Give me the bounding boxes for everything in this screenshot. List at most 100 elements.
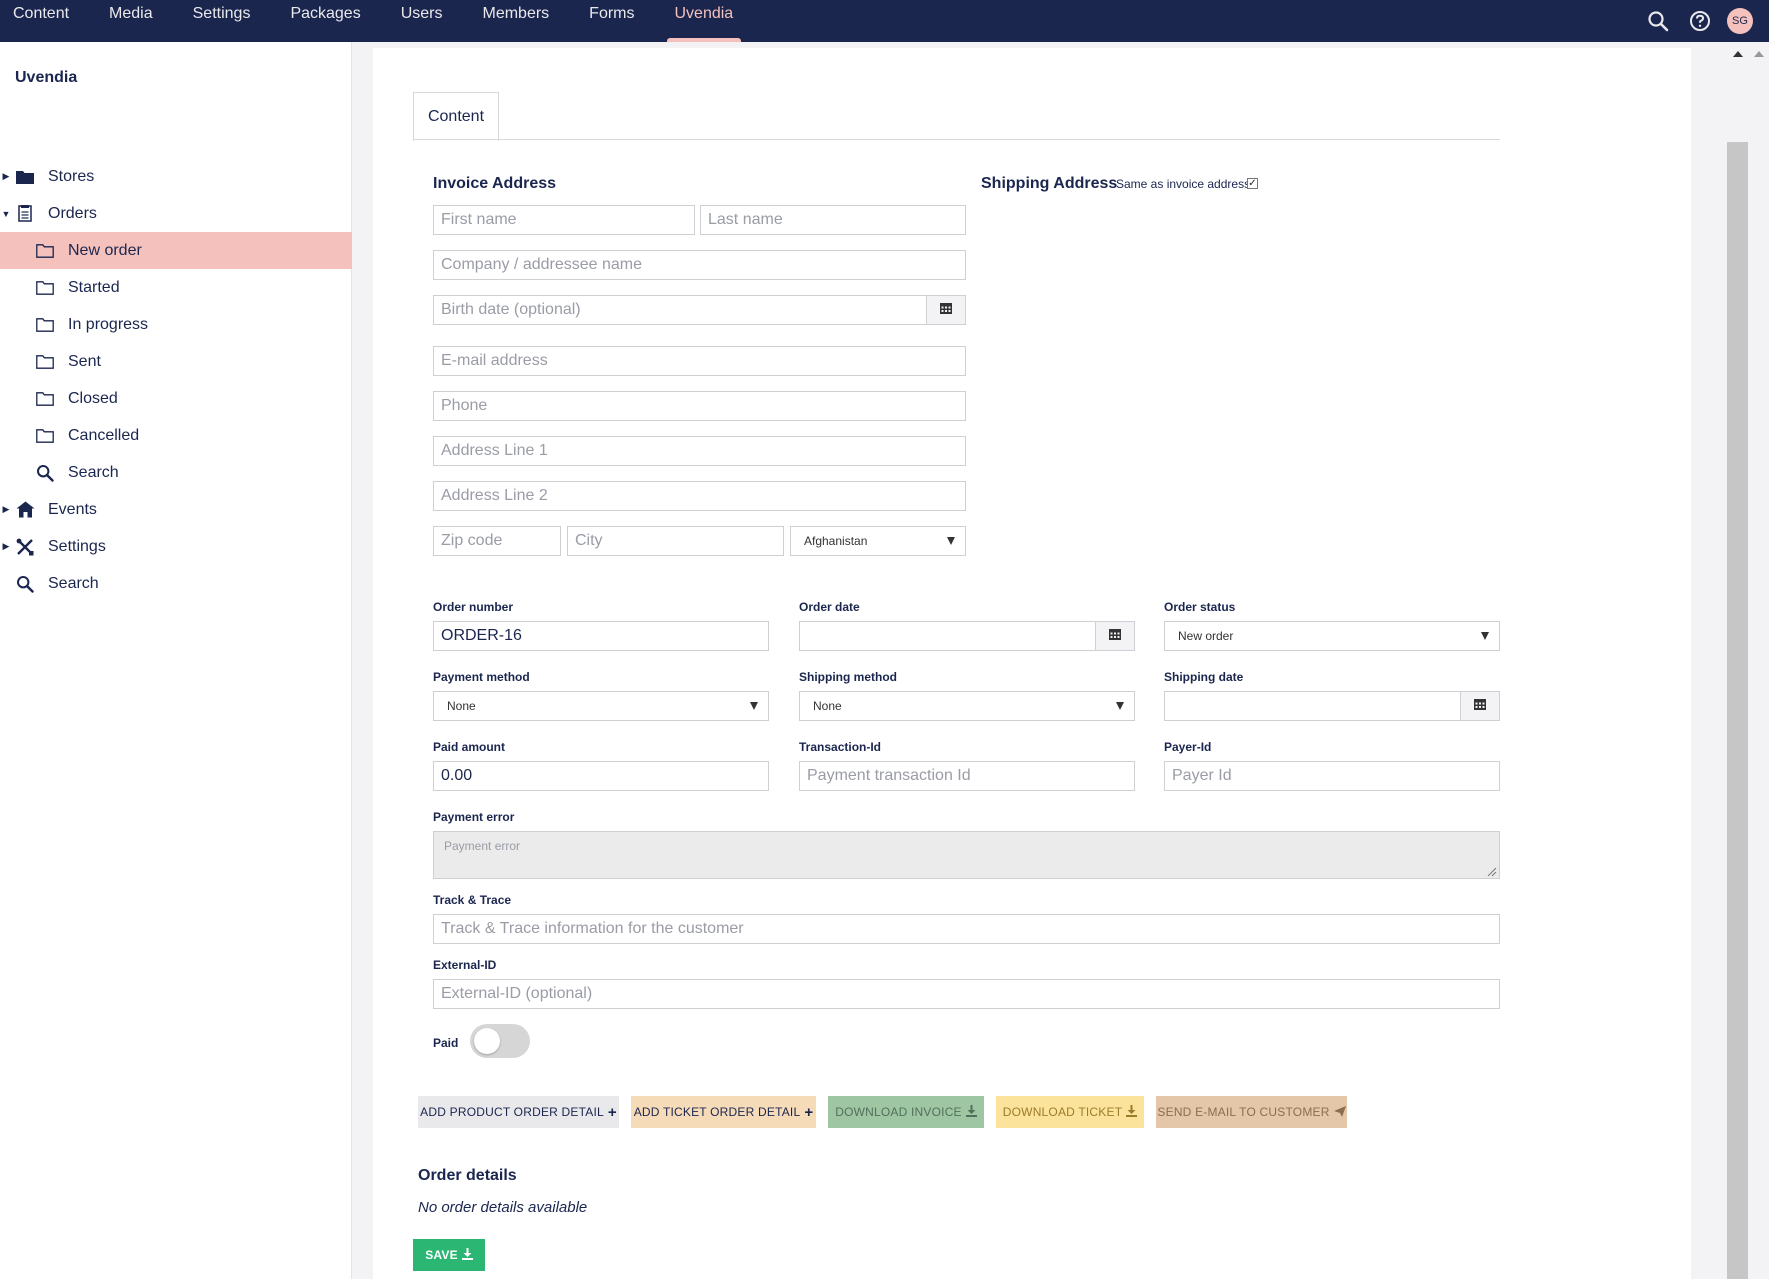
email-field[interactable] (433, 346, 966, 376)
transaction-id-field[interactable] (799, 761, 1135, 791)
payer-id-label: Payer-Id (1164, 740, 1212, 754)
save-button[interactable]: SAVE (413, 1239, 485, 1271)
download-icon (965, 1104, 977, 1121)
same-as-invoice-checkbox[interactable]: ✓ (1247, 178, 1258, 189)
transaction-id-label: Transaction-Id (799, 740, 882, 754)
main-nav: Content Media Settings Packages Users Me… (0, 0, 753, 42)
nav-packages[interactable]: Packages (270, 0, 380, 42)
sidebar-item-stores[interactable]: ▶ Stores (0, 158, 352, 195)
last-name-field[interactable] (700, 205, 966, 235)
first-name-field[interactable] (433, 205, 695, 235)
toggle-knob (474, 1028, 500, 1054)
sidebar-item-label: In progress (68, 315, 149, 333)
payment-error-textarea[interactable]: Payment error (433, 831, 1500, 879)
send-email-button[interactable]: SEND E-MAIL TO CUSTOMER (1156, 1096, 1347, 1128)
country-select[interactable]: Afghanistan (790, 526, 966, 556)
help-icon[interactable] (1689, 10, 1711, 32)
caret-right-icon[interactable]: ▶ (2, 171, 10, 181)
sidebar-item-label: Events (48, 500, 97, 518)
nav-members[interactable]: Members (462, 0, 569, 42)
zip-code-field[interactable] (433, 526, 561, 556)
nav-uvendia[interactable]: Uvendia (655, 0, 754, 42)
nav-content[interactable]: Content (0, 0, 89, 42)
plus-icon: + (607, 1103, 617, 1121)
events-icon (15, 500, 35, 520)
sidebar-item-label: Sent (68, 352, 101, 370)
sidebar-item-label: Settings (48, 537, 106, 555)
download-invoice-button[interactable]: DOWNLOAD INVOICE (828, 1096, 984, 1128)
phone-field[interactable] (433, 391, 966, 421)
birth-date-field[interactable] (433, 295, 927, 325)
address-line-2-field[interactable] (433, 481, 966, 511)
sidebar-item-orders-search[interactable]: Search (0, 454, 352, 491)
nav-users[interactable]: Users (381, 0, 463, 42)
sidebar-item-orders[interactable]: ▼ Orders (0, 195, 352, 232)
nav-forms[interactable]: Forms (569, 0, 654, 42)
sidebar-item-closed[interactable]: Closed (0, 380, 352, 417)
folder-icon (15, 167, 35, 187)
sidebar-item-search[interactable]: Search (0, 565, 352, 602)
order-date-label: Order date (799, 600, 860, 614)
sidebar-item-started[interactable]: Started (0, 269, 352, 306)
scrollbar-thumb[interactable] (1727, 142, 1748, 1279)
search-icon[interactable] (1647, 10, 1669, 32)
city-field[interactable] (567, 526, 784, 556)
paid-toggle[interactable] (470, 1024, 530, 1058)
shipping-date-label: Shipping date (1164, 670, 1244, 684)
resize-handle-icon[interactable] (1487, 866, 1497, 877)
order-status-select[interactable]: New order (1164, 621, 1500, 651)
order-date-field[interactable] (799, 621, 1096, 651)
chevron-down-icon (750, 702, 758, 710)
shipping-method-label: Shipping method (799, 670, 897, 684)
folder-outline-icon (35, 426, 55, 446)
sidebar-item-events[interactable]: ▶ Events (0, 491, 352, 528)
payment-method-select[interactable]: None (433, 691, 769, 721)
order-date-calendar-button[interactable] (1095, 621, 1135, 651)
address-line-1-field[interactable] (433, 436, 966, 466)
sidebar: Uvendia ▶ Stores ▼ Orders New order Star… (0, 42, 352, 1279)
scroll-up-arrow-icon[interactable] (1754, 51, 1764, 57)
sidebar-item-sent[interactable]: Sent (0, 343, 352, 380)
nav-settings[interactable]: Settings (173, 0, 271, 42)
sidebar-item-label: New order (68, 241, 142, 259)
calendar-icon (1108, 627, 1122, 645)
shipping-date-calendar-button[interactable] (1460, 691, 1500, 721)
same-as-invoice-label: Same as invoice address (1116, 177, 1251, 191)
sidebar-item-label: Search (48, 574, 99, 592)
payer-id-field[interactable] (1164, 761, 1500, 791)
search-icon (15, 574, 35, 594)
sidebar-item-label: Started (68, 278, 120, 296)
sidebar-item-new-order[interactable]: New order (0, 232, 352, 269)
scroll-up-arrow-icon[interactable] (1733, 51, 1743, 57)
order-details-empty: No order details available (418, 1199, 588, 1216)
sidebar-item-cancelled[interactable]: Cancelled (0, 417, 352, 454)
external-id-label: External-ID (433, 958, 497, 972)
calendar-icon (1473, 697, 1487, 715)
birth-date-calendar-button[interactable] (926, 295, 966, 325)
paid-amount-label: Paid amount (433, 740, 506, 754)
avatar[interactable]: SG (1727, 8, 1753, 34)
company-field[interactable] (433, 250, 966, 280)
shipping-method-select[interactable]: None (799, 691, 1135, 721)
caret-right-icon[interactable]: ▶ (2, 541, 10, 551)
nav-media[interactable]: Media (89, 0, 173, 42)
track-trace-field[interactable] (433, 914, 1500, 944)
order-details-title: Order details (418, 1167, 517, 1184)
sidebar-item-settings[interactable]: ▶ Settings (0, 528, 352, 565)
sidebar-item-in-progress[interactable]: In progress (0, 306, 352, 343)
payment-method-label: Payment method (433, 670, 530, 684)
top-icons: SG (1627, 0, 1769, 42)
caret-down-icon[interactable]: ▼ (2, 209, 11, 219)
external-id-field[interactable] (433, 979, 1500, 1009)
add-ticket-order-detail-label: ADD TICKET ORDER DETAIL (633, 1105, 801, 1119)
paid-amount-field[interactable] (433, 761, 769, 791)
sidebar-item-label: Stores (48, 167, 95, 185)
tab-content[interactable]: Content (413, 92, 499, 141)
download-ticket-button[interactable]: DOWNLOAD TICKET (996, 1096, 1144, 1128)
add-product-order-detail-button[interactable]: ADD PRODUCT ORDER DETAIL + (418, 1096, 619, 1128)
order-number-label: Order number (433, 600, 514, 614)
add-ticket-order-detail-button[interactable]: ADD TICKET ORDER DETAIL + (631, 1096, 816, 1128)
shipping-date-field[interactable] (1164, 691, 1461, 721)
order-number-field[interactable] (433, 621, 769, 651)
caret-right-icon[interactable]: ▶ (2, 504, 10, 514)
